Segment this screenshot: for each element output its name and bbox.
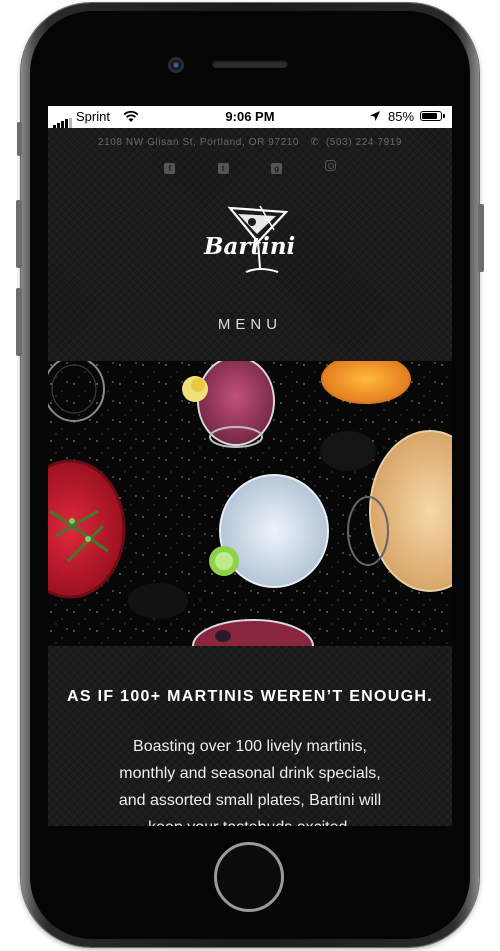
screen: Sprint 9:06 PM 85% 2108 NW Glisan St, Po…	[48, 106, 452, 826]
intro-paragraph: Boasting over 100 lively martinis, month…	[48, 733, 452, 826]
facebook-icon[interactable]: f	[164, 163, 176, 174]
mute-switch	[17, 122, 22, 156]
volume-up-button	[16, 200, 22, 268]
hero-cocktails-image	[48, 361, 452, 646]
svg-text:Bartini: Bartini	[203, 233, 295, 260]
earpiece-speaker	[212, 60, 288, 68]
phone-number[interactable]: (503) 224 7919	[326, 137, 402, 148]
power-button	[478, 204, 484, 272]
battery-fill	[422, 113, 437, 119]
menu-button[interactable]: MENU	[48, 316, 452, 333]
location-arrow-icon	[369, 110, 381, 125]
volume-down-button	[16, 288, 22, 356]
body-line: and assorted small plates, Bartini will	[118, 792, 382, 809]
google-plus-icon[interactable]: g	[271, 163, 283, 174]
status-bar: Sprint 9:06 PM 85%	[48, 106, 452, 128]
body-line: monthly and seasonal drink specials,	[119, 765, 381, 782]
address-text: 2108 NW Glisan St, Portland, OR 97210	[97, 137, 300, 148]
battery-icon	[420, 111, 445, 121]
phone-icon: ✆	[310, 137, 320, 148]
body-line: Boasting over 100 lively martinis,	[133, 738, 367, 755]
body-line: keep your tastebuds excited.	[48, 814, 452, 826]
headline: AS IF 100+ MARTINIS WEREN’T ENOUGH.	[67, 688, 433, 705]
battery-percent: 85%	[388, 109, 415, 124]
home-button[interactable]	[214, 842, 284, 912]
social-links: f t g	[48, 158, 452, 176]
contact-info: 2108 NW Glisan St, Portland, OR 97210 ✆ …	[48, 137, 452, 148]
instagram-icon[interactable]	[324, 160, 336, 171]
front-camera	[168, 57, 184, 73]
bartini-logo[interactable]: Bartini	[200, 202, 300, 285]
twitter-icon[interactable]: t	[217, 163, 229, 174]
